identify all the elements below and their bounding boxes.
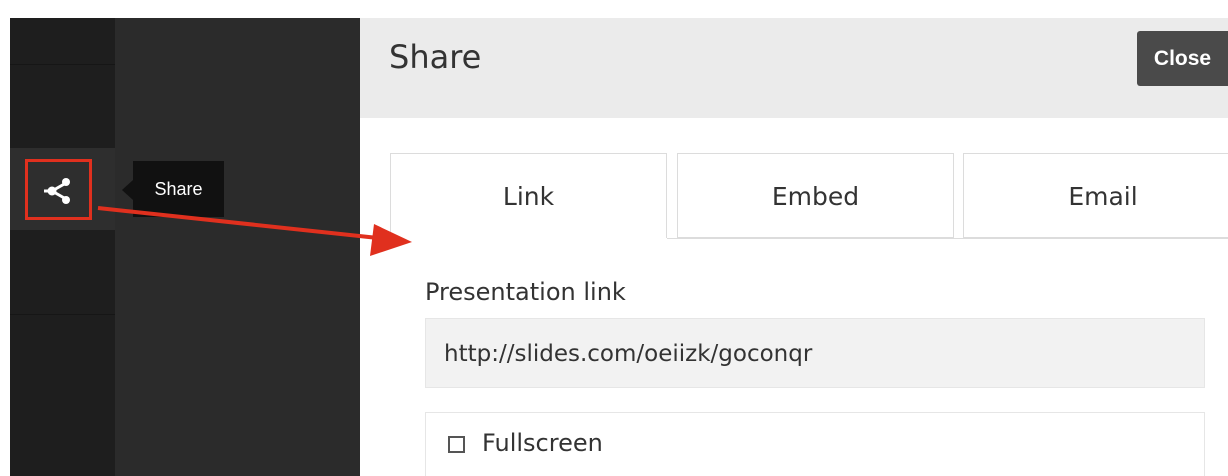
fullscreen-option[interactable]: Fullscreen [425,412,1205,476]
tab-email[interactable]: Email [963,153,1228,238]
sidebar-slot[interactable] [10,230,115,315]
close-button[interactable]: Close [1137,31,1228,86]
presentation-link-label: Presentation link [425,278,626,306]
editor-side-panel [115,18,360,476]
dialog-title: Share [389,38,482,76]
presentation-link-field[interactable]: http://slides.com/oeiizk/goconqr [425,318,1205,388]
dialog-header: Share Close [360,18,1228,118]
editor-sidebar [10,18,115,476]
fullscreen-label: Fullscreen [482,429,603,457]
tab-link[interactable]: Link [390,153,667,238]
sidebar-slot[interactable] [10,64,115,149]
tooltip-arrow [122,180,133,200]
fullscreen-checkbox[interactable] [448,436,465,453]
share-icon [44,178,70,204]
share-tooltip: Share [133,161,224,217]
tabs-divider [667,238,1228,239]
share-dialog: Share Close Link Embed Email Presentatio… [360,18,1228,476]
sidebar-slot[interactable] [10,18,115,65]
annotation-highlight-box [25,159,92,220]
tab-embed[interactable]: Embed [677,153,954,238]
